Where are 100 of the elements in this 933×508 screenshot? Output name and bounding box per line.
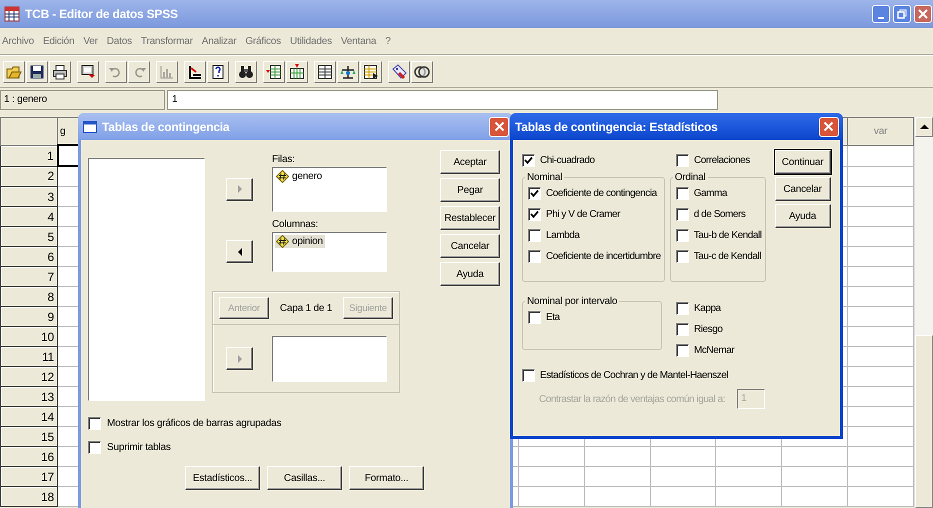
bar-chart-icon (159, 64, 175, 80)
dialog-title: Tablas de contingencia: Estadísticos (515, 120, 719, 134)
toolbar-button[interactable] (77, 60, 99, 82)
checkbox-label: Phi y V de Cramer (546, 209, 620, 220)
toolbar-button[interactable] (314, 60, 336, 82)
checkbox[interactable] (676, 302, 689, 315)
checkbox[interactable] (676, 154, 689, 167)
row-number[interactable]: 4 (0, 206, 58, 226)
toolbar-button[interactable] (49, 60, 71, 82)
row-number[interactable]: 17 (0, 466, 58, 486)
button[interactable]: Cancelar (440, 234, 500, 258)
scroll-up-button[interactable] (915, 117, 933, 137)
menu-item[interactable]: Archivo (2, 36, 34, 46)
monitor-icon (80, 64, 96, 80)
menu-item[interactable]: Analizar (202, 36, 236, 46)
menu-item[interactable]: Ventana (340, 36, 376, 46)
toolbar-button[interactable] (26, 60, 48, 82)
menu-item[interactable]: Edición (42, 36, 74, 46)
row-number[interactable]: 12 (0, 366, 58, 386)
close-button[interactable] (489, 116, 509, 136)
checkbox[interactable] (528, 208, 541, 221)
row-number[interactable]: 10 (0, 326, 58, 346)
row-number[interactable]: 6 (0, 246, 58, 266)
toolbar-button[interactable] (3, 60, 25, 82)
checkbox[interactable] (676, 323, 689, 336)
toolbar-button[interactable] (286, 60, 308, 82)
toolbar-button[interactable] (337, 60, 359, 82)
restore-button[interactable] (893, 5, 911, 23)
toolbar-button[interactable] (388, 60, 410, 82)
button[interactable]: Ayuda (774, 204, 831, 228)
row-number[interactable]: 1 (0, 145, 58, 166)
toolbar-button[interactable] (411, 60, 433, 82)
button[interactable]: Ayuda (440, 262, 500, 286)
checkbox[interactable] (88, 417, 101, 430)
grid-icon (317, 64, 333, 80)
minimize-button[interactable] (872, 5, 890, 23)
checkbox-label: Eta (546, 312, 560, 323)
menu-item[interactable]: Datos (106, 36, 132, 46)
checkbox-label: Lambda (546, 230, 580, 241)
variable-item[interactable]: genero (275, 170, 324, 183)
scroll-thumb[interactable] (915, 335, 933, 508)
button[interactable]: Pegar (440, 178, 500, 202)
layer-variable-list[interactable] (272, 336, 387, 382)
button[interactable]: Aceptar (440, 150, 500, 174)
toolbar-button[interactable] (263, 60, 285, 82)
row-number[interactable]: 14 (0, 406, 58, 426)
row-number[interactable]: 5 (0, 226, 58, 246)
cell-reference: 1 : genero (0, 90, 165, 110)
menu-item[interactable]: Transformar (140, 36, 193, 46)
toolbar-button[interactable] (360, 60, 382, 82)
checkbox[interactable] (528, 229, 541, 242)
toolbar-button[interactable] (235, 60, 257, 82)
row-number[interactable]: 13 (0, 386, 58, 406)
checkbox[interactable] (676, 187, 689, 200)
menu-item[interactable]: Ver (83, 36, 98, 46)
row-number[interactable]: 7 (0, 266, 58, 286)
variable-item[interactable]: opinion (275, 235, 325, 248)
button[interactable]: Continuar (774, 150, 831, 174)
checkbox[interactable] (522, 154, 535, 167)
row-number[interactable]: 16 (0, 446, 58, 466)
grid-arrow-icon (363, 64, 379, 80)
scrollbar[interactable] (914, 117, 933, 508)
checkbox[interactable] (676, 208, 689, 221)
checkbox[interactable] (528, 187, 541, 200)
checkbox[interactable] (528, 311, 541, 324)
menu-item[interactable]: ? (385, 36, 391, 46)
toolbar-button[interactable] (184, 60, 206, 82)
row-number[interactable]: 18 (0, 486, 58, 506)
row-number[interactable]: 3 (0, 186, 58, 206)
checkbox[interactable] (676, 250, 689, 263)
right-triangle-icon (236, 185, 242, 193)
row-number[interactable]: 2 (0, 166, 58, 186)
variable-list[interactable]: genero (272, 167, 387, 212)
diamond-icon (276, 235, 289, 248)
row-number[interactable]: 9 (0, 306, 58, 326)
checkbox[interactable] (88, 441, 101, 454)
variable-list[interactable]: opinion (272, 232, 387, 272)
arrow-button[interactable] (226, 240, 253, 263)
menu-item[interactable]: Gráficos (245, 36, 281, 46)
row-number[interactable]: 8 (0, 286, 58, 306)
toolbar-button[interactable] (207, 60, 229, 82)
checkbox[interactable] (676, 229, 689, 242)
tag-icon (391, 64, 407, 80)
close-button[interactable] (914, 5, 932, 23)
menu-item[interactable]: Utilidades (290, 36, 332, 46)
button[interactable]: Formato... (349, 466, 424, 490)
close-icon (823, 121, 834, 132)
field-label: Contrastar la razón de ventajas común igual a: (539, 394, 726, 404)
button[interactable]: Restablecer (440, 206, 500, 230)
checkbox[interactable] (676, 344, 689, 357)
up-triangle-icon (920, 124, 928, 130)
row-number[interactable]: 15 (0, 426, 58, 446)
button[interactable]: Estadísticos... (185, 466, 260, 490)
close-button[interactable] (818, 116, 839, 136)
cell-value-field[interactable]: 1 (167, 90, 718, 110)
button[interactable]: Cancelar (774, 177, 831, 201)
row-number[interactable]: 11 (0, 346, 58, 366)
button[interactable]: Casillas... (267, 466, 342, 490)
checkbox[interactable] (522, 369, 535, 382)
checkbox[interactable] (528, 250, 541, 263)
